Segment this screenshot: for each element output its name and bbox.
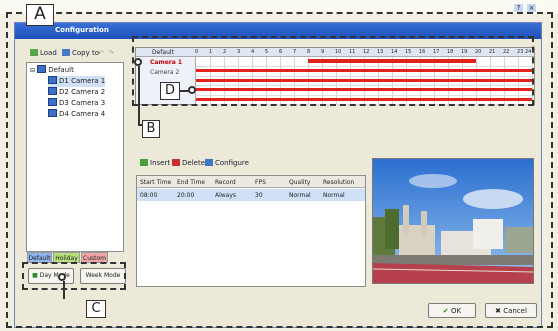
callout-label-c: C — [86, 300, 106, 318]
callout-frame-b-d — [132, 36, 534, 106]
callout-label-b: B — [142, 120, 160, 138]
callout-line-b — [138, 66, 140, 126]
callout-line-c — [63, 281, 65, 299]
callout-pointer-d — [188, 86, 196, 94]
callout-label-d: D — [160, 82, 180, 100]
callout-frame-c — [22, 262, 126, 290]
callout-label-a: A — [26, 4, 54, 26]
callout-pointer-c — [58, 273, 66, 281]
callout-pointer-b — [134, 58, 142, 66]
